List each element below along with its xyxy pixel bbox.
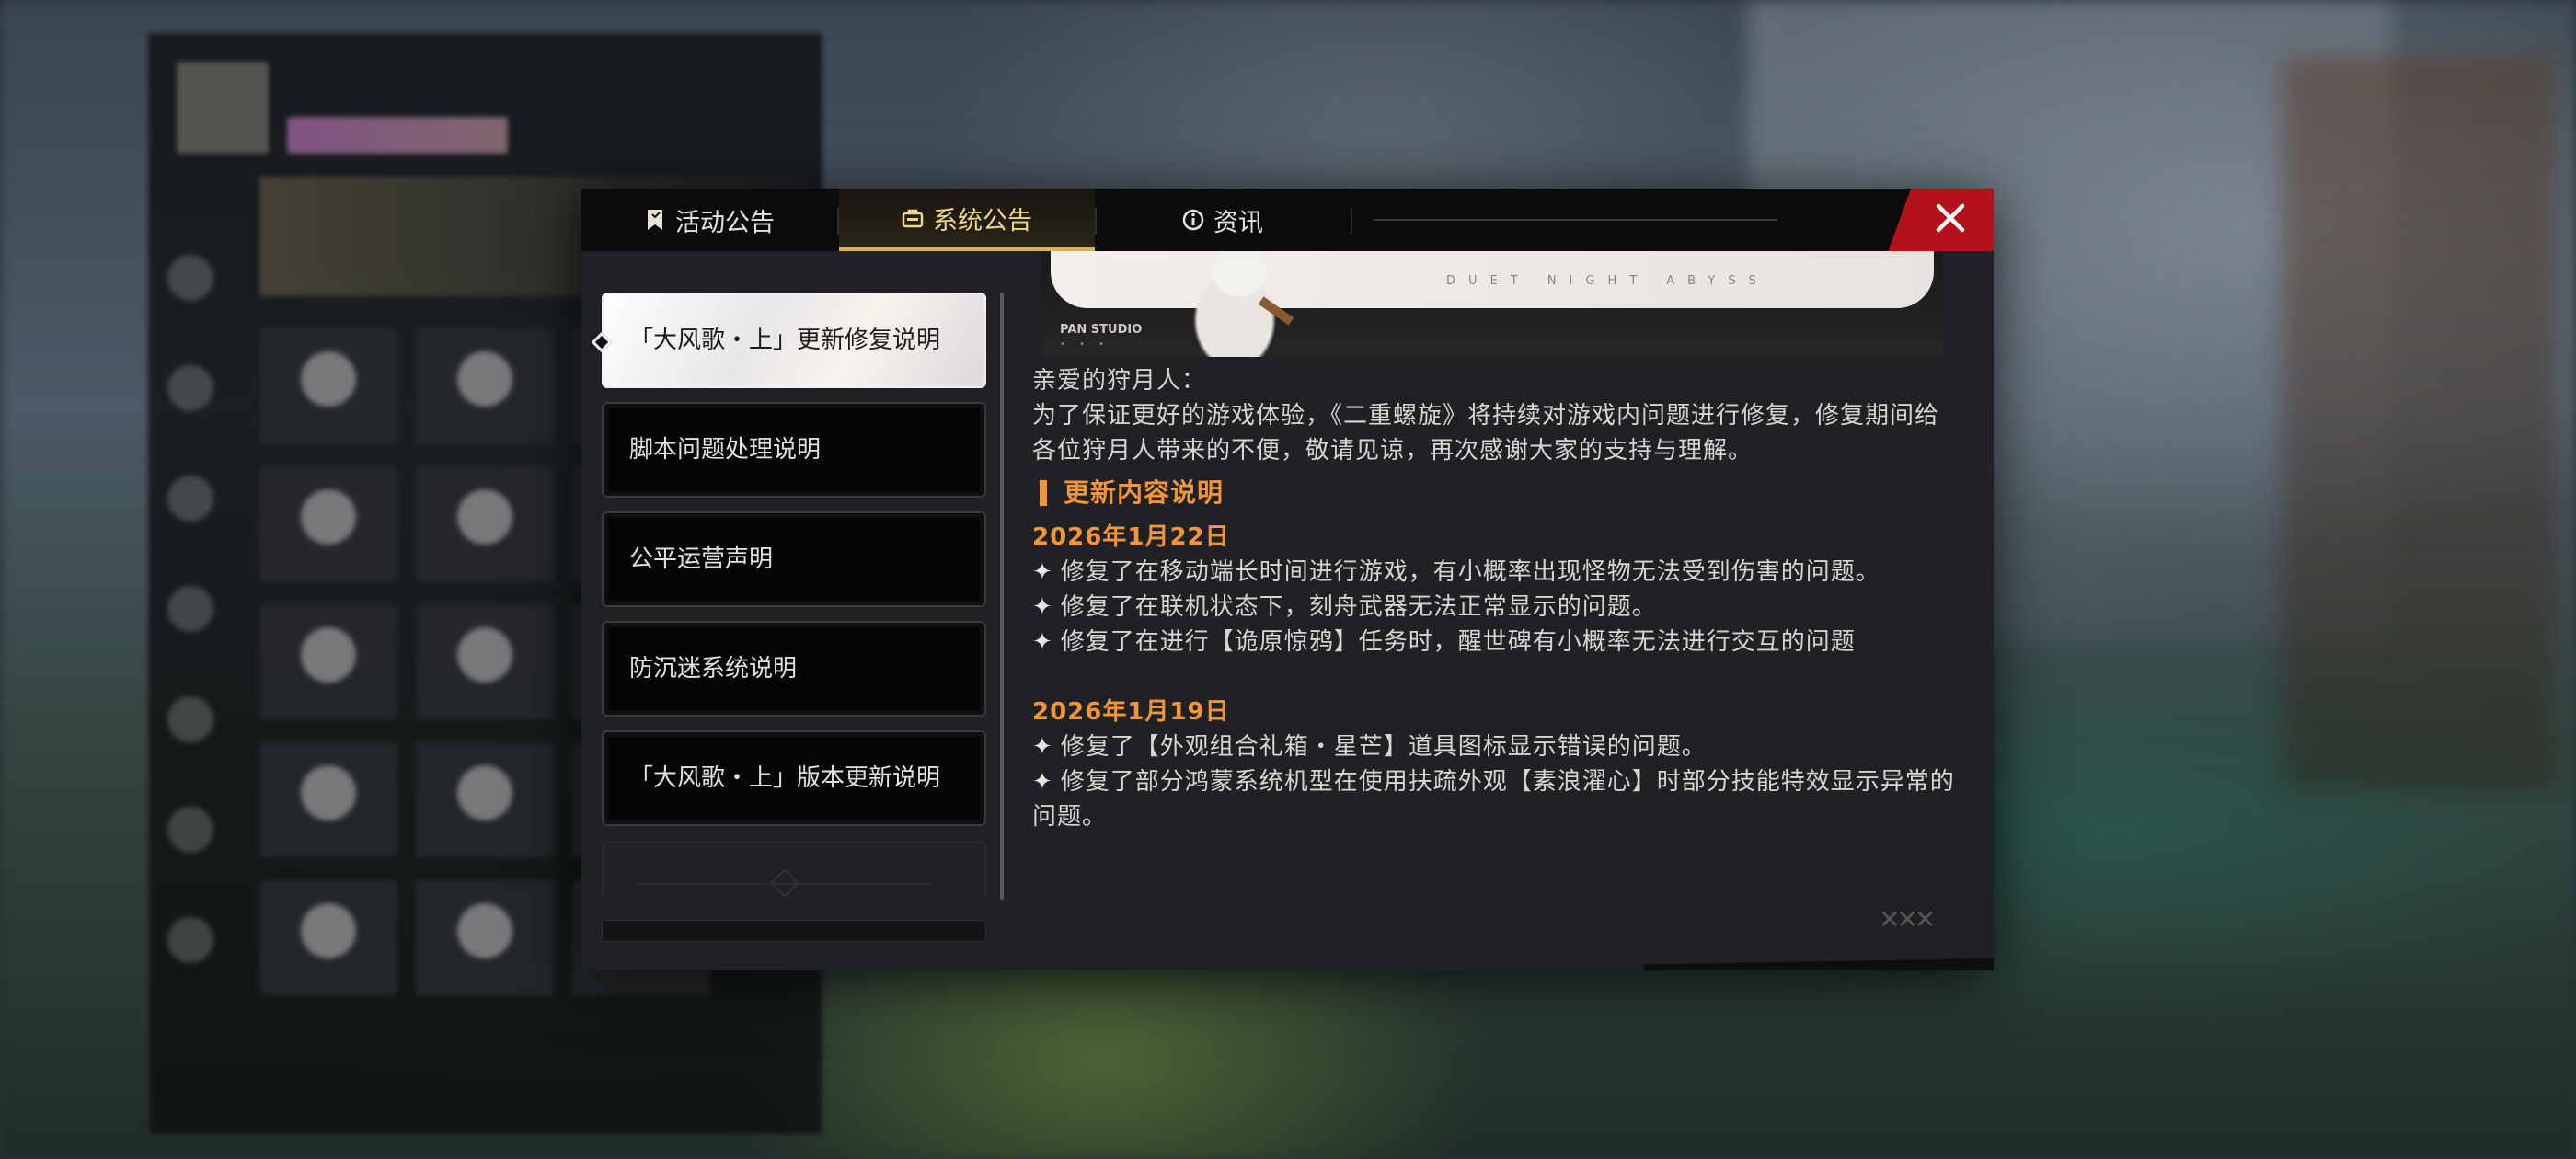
update-date: 2026年1月19日 (1032, 698, 1230, 726)
fix-item: ✦ 修复了【外观组合礼箱・星芒】道具图标显示错误的问题。 (1032, 733, 1707, 761)
tab-event-announcements[interactable]: 活动公告 (581, 189, 837, 251)
info-icon (1182, 209, 1204, 231)
banner-studio-logo: PAN STUDIO (1060, 323, 1143, 337)
list-item-title: 脚本问题处理说明 (629, 436, 822, 464)
announcement-content[interactable]: DUET NIGHT ABYSS PAN STUDIO • • • 亲爱的狩月人… (1032, 251, 1971, 950)
footer-ornament-icon: ✕✕✕ (1879, 904, 1936, 935)
star-bullet-icon: ✦ (1032, 733, 1053, 761)
star-bullet-icon: ✦ (1032, 768, 1053, 796)
tab-bar: 活动公告 系统公告 资讯 (581, 189, 1994, 251)
decorative-line (1373, 219, 1777, 221)
section-bar-icon (1040, 480, 1047, 506)
fix-item: ✦ 修复了部分鸿蒙系统机型在使用扶疏外观【素浪濯心】时部分技能特效显示异常的问题。 (1032, 768, 1955, 831)
list-item[interactable]: 「大风歌・上」版本更新说明 (602, 730, 986, 826)
list-footer-ornament (602, 920, 986, 942)
banner-subtitle: DUET NIGHT ABYSS (1446, 274, 1769, 288)
close-button[interactable] (1888, 189, 1994, 251)
list-item-title: 「大风歌・上」版本更新说明 (629, 764, 941, 792)
inventory-sidebar (167, 255, 223, 1027)
list-item-title: 「大风歌・上」更新修复说明 (629, 327, 941, 354)
close-icon (1935, 202, 1966, 237)
section-heading-text: 更新内容说明 (1064, 477, 1225, 508)
list-item[interactable]: 公平运营声明 (602, 511, 986, 607)
tab-label: 活动公告 (675, 208, 775, 237)
announcement-banner: DUET NIGHT ABYSS PAN STUDIO • • • (1041, 251, 1943, 357)
name-bar (287, 117, 508, 154)
tab-divider (1351, 207, 1352, 235)
tab-system-announcements[interactable]: 系统公告 (839, 189, 1095, 251)
bookmark-icon (644, 209, 666, 231)
article-greeting: 亲爱的狩月人： (1032, 367, 1207, 395)
tab-news[interactable]: 资讯 (1095, 189, 1351, 251)
list-item[interactable]: 脚本问题处理说明 (602, 402, 986, 498)
banner-character-art (1170, 251, 1308, 357)
background-tree (2282, 55, 2558, 791)
list-item-title: 公平运营声明 (629, 545, 774, 573)
update-date: 2026年1月22日 (1032, 523, 1230, 551)
article-body: 亲爱的狩月人： 为了保证更好的游戏体验，《二重螺旋》将持续对游戏内问题进行修复，… (1032, 363, 1961, 834)
fix-item: ✦ 修复了在联机状态下，刻舟武器无法正常显示的问题。 (1032, 593, 1657, 621)
announcement-dialog: 活动公告 系统公告 资讯 「大风歌・上」更新修复说明 脚本问题处理说明 公平运营… (581, 189, 1994, 970)
announcement-list: 「大风歌・上」更新修复说明 脚本问题处理说明 公平运营声明 防沉迷系统说明 「大… (591, 293, 988, 840)
star-bullet-icon: ✦ (1032, 558, 1053, 586)
tab-label: 系统公告 (933, 206, 1032, 235)
list-item[interactable]: 防沉迷系统说明 (602, 621, 986, 717)
briefcase-icon (902, 207, 924, 229)
star-bullet-icon: ✦ (1032, 628, 1053, 656)
list-item[interactable]: 「大风歌・上」更新修复说明 (591, 293, 986, 388)
tab-label: 资讯 (1213, 208, 1263, 237)
star-bullet-icon: ✦ (1032, 593, 1053, 621)
fix-item: ✦ 修复了在进行【诡原惊鸦】任务时，醒世碑有小概率无法进行交互的问题 (1032, 628, 1856, 656)
fix-item: ✦ 修复了在移动端长时间进行游戏，有小概率出现怪物无法受到伤害的问题。 (1032, 558, 1880, 586)
avatar (177, 62, 269, 154)
section-heading: 更新内容说明 (1032, 476, 1961, 511)
article-intro: 为了保证更好的游戏体验，《二重螺旋》将持续对游戏内问题进行修复，修复期间给各位狩… (1032, 402, 1940, 465)
banner-dots: • • • (1060, 339, 1110, 350)
list-item-partial (602, 842, 986, 897)
list-item-title: 防沉迷系统说明 (629, 655, 798, 683)
list-scrollbar[interactable] (1000, 293, 1004, 900)
selected-marker-icon (591, 331, 613, 353)
